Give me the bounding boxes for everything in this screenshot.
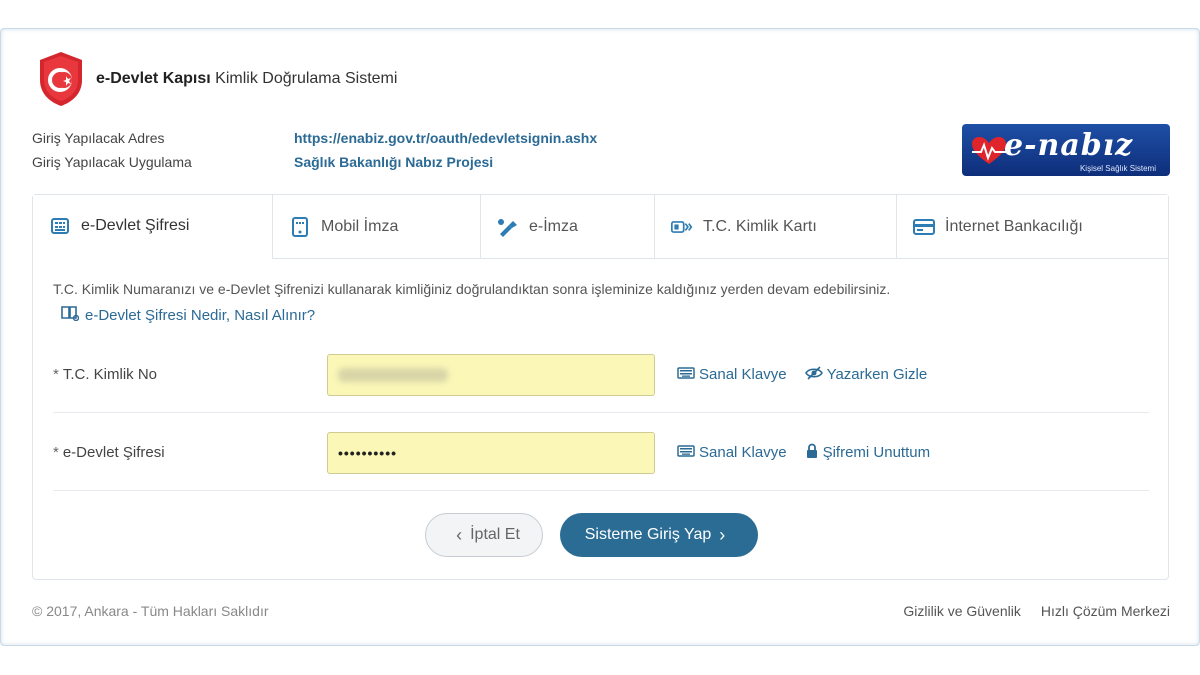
password-value: •••••••••• xyxy=(338,444,398,461)
id-card-icon xyxy=(671,216,693,238)
privacy-link[interactable]: Gizlilik ve Güvenlik xyxy=(903,603,1020,619)
book-help-icon xyxy=(61,305,80,325)
id-number-label: * T.C. Kimlik No xyxy=(53,366,158,383)
tab-id-card[interactable]: T.C. Kimlik Kartı xyxy=(654,195,896,258)
app-label: Giriş Yapılacak Uygulama xyxy=(32,154,192,170)
keypad-icon xyxy=(49,215,71,237)
usb-signature-icon xyxy=(497,216,519,238)
enabiz-subtitle: Kişisel Sağlık Sistemi xyxy=(1079,164,1156,173)
bank-card-icon xyxy=(913,216,935,238)
id-number-row: * T.C. Kimlik No Sanal Klavye Yazarken Gi… xyxy=(53,337,1149,413)
copyright-text: © 2017, Ankara - Tüm Hakları Saklıdır xyxy=(32,603,269,619)
tab-label: T.C. Kimlik Kartı xyxy=(703,217,817,235)
tab-label: Mobil İmza xyxy=(321,217,399,235)
login-meta: Giriş Yapılacak Adres https://enabiz.gov… xyxy=(32,126,597,174)
virtual-keyboard-button[interactable]: Sanal Klavye xyxy=(677,444,787,461)
keyboard-icon xyxy=(677,444,695,461)
login-button[interactable]: Sisteme Giriş Yap › xyxy=(560,513,758,557)
help-link[interactable]: e-Devlet Şifresi Nedir, Nasıl Alınır? xyxy=(61,305,315,325)
login-panel: e-Devlet Şifresi Mobil İmza e-İmza T.C. … xyxy=(32,194,1169,580)
password-label: * e-Devlet Şifresi xyxy=(53,444,165,461)
tab-label: e-İmza xyxy=(529,217,578,235)
info-text: T.C. Kimlik Numaranızı ve e-Devlet Şifre… xyxy=(53,281,891,297)
id-number-input[interactable] xyxy=(327,353,655,396)
password-input[interactable]: •••••••••• xyxy=(327,431,655,474)
keyboard-icon xyxy=(677,366,695,383)
heart-pulse-icon xyxy=(972,137,1006,164)
mobile-signature-icon xyxy=(289,216,311,238)
cancel-button[interactable]: ‹ İptal Et xyxy=(425,513,543,557)
forgot-password-link[interactable]: Şifremi Unuttum xyxy=(805,443,930,463)
redacted-value xyxy=(338,367,448,382)
tab-label: e-Devlet Şifresi xyxy=(81,217,190,234)
hide-typing-toggle[interactable]: Yazarken Gizle xyxy=(804,365,927,384)
chevron-left-icon: ‹ xyxy=(456,524,463,545)
chevron-right-icon: › xyxy=(719,524,726,545)
address-value: https://enabiz.gov.tr/oauth/edevletsigni… xyxy=(294,130,598,146)
tab-label: İnternet Bankacılığı xyxy=(945,217,1083,235)
tab-mobile-signature[interactable]: Mobil İmza xyxy=(272,195,480,258)
tab-internet-banking[interactable]: İnternet Bankacılığı xyxy=(896,195,1168,258)
lock-icon xyxy=(805,443,819,463)
tab-e-signature[interactable]: e-İmza xyxy=(480,195,654,258)
address-label: Giriş Yapılacak Adres xyxy=(32,130,165,146)
footer-links: Gizlilik ve Güvenlik Hızlı Çözüm Merkezi xyxy=(883,603,1170,619)
enabiz-word: e-nabız xyxy=(1004,128,1134,163)
edevlet-shield-icon xyxy=(40,52,82,106)
virtual-keyboard-button[interactable]: Sanal Klavye xyxy=(677,366,787,383)
app-value: Sağlık Bakanlığı Nabız Projesi xyxy=(294,154,494,170)
brand-header: e-Devlet Kapısı Kimlik Doğrulama Sistemi xyxy=(36,50,397,108)
brand-title: e-Devlet Kapısı Kimlik Doğrulama Sistemi xyxy=(96,70,398,87)
auth-method-tabs: e-Devlet Şifresi Mobil İmza e-İmza T.C. … xyxy=(33,195,1168,259)
tab-edevlet-password[interactable]: e-Devlet Şifresi xyxy=(33,195,272,259)
enabiz-logo: e-nabız Kişisel Sağlık Sistemi xyxy=(962,124,1170,176)
password-row: * e-Devlet Şifresi •••••••••• Sanal Klavy… xyxy=(53,415,1149,491)
help-center-link[interactable]: Hızlı Çözüm Merkezi xyxy=(1041,603,1170,619)
help-link-label: e-Devlet Şifresi Nedir, Nasıl Alınır? xyxy=(85,306,316,324)
eye-slash-icon xyxy=(804,365,823,384)
